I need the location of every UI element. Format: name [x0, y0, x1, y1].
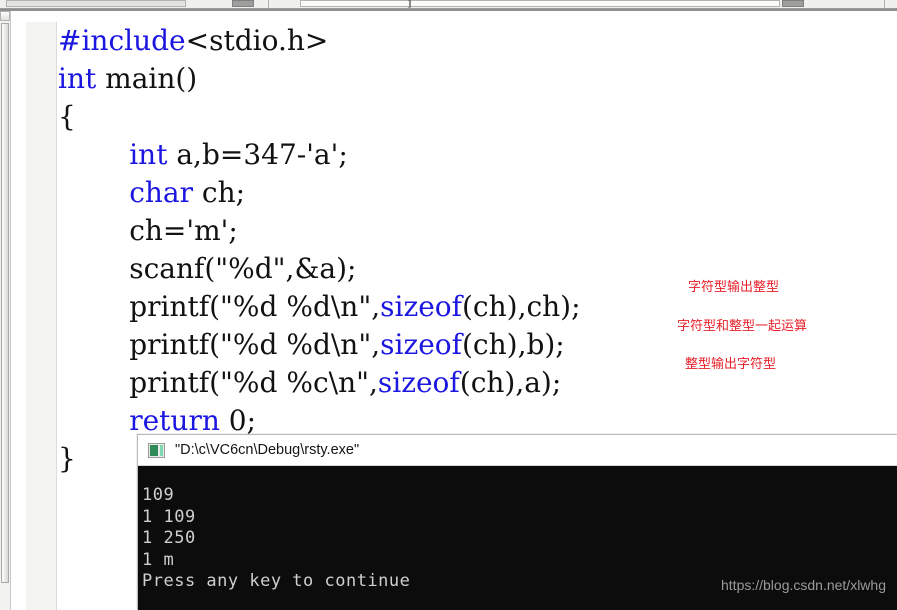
console-output-text: 109 1 109 1 250 1 m Press any key to con…	[142, 485, 411, 591]
code-token: (ch),ch);	[462, 290, 581, 323]
code-text[interactable]: #include<stdio.h> int main(){ int a,b=347…	[58, 22, 897, 478]
scroll-up-button[interactable]	[0, 11, 10, 21]
code-token: main()	[96, 62, 198, 95]
code-keyword: int	[58, 62, 97, 95]
toolbar-separator-2	[884, 0, 885, 8]
code-token: ch='m';	[129, 214, 238, 247]
code-keyword: int	[129, 138, 168, 171]
toolbar-group-2[interactable]	[300, 0, 780, 7]
code-token: 0;	[219, 404, 257, 437]
toolbar-glyph-icon: ]]	[408, 0, 412, 8]
code-token: (ch),a);	[459, 366, 562, 399]
toolbar-button-dark-2[interactable]	[782, 0, 804, 7]
code-token: <stdio.h>	[185, 24, 329, 57]
editor-vertical-scrollbar[interactable]	[0, 11, 11, 610]
code-token: }	[58, 442, 76, 475]
code-annotation: 字符型输出整型	[688, 280, 780, 295]
code-keyword: sizeof	[380, 328, 462, 361]
code-token: ch;	[193, 176, 246, 209]
code-line[interactable]: int a,b=347-'a';	[58, 136, 897, 174]
code-line[interactable]: {	[58, 98, 897, 136]
code-keyword: #include	[58, 24, 186, 57]
code-token: printf("%d %d\n",	[129, 328, 381, 361]
scrollbar-thumb[interactable]	[1, 23, 9, 583]
screenshot-root: ]] #include<stdio.h> int main(){ int a,b=…	[0, 0, 897, 610]
code-token: scanf("%d",&a);	[129, 252, 357, 285]
console-title-text: "D:\c\VC6cn\Debug\rsty.exe"	[175, 442, 360, 458]
code-keyword: return	[129, 404, 220, 437]
toolbar-separator-1	[268, 0, 269, 8]
code-token: a,b=347-'a';	[167, 138, 348, 171]
code-line[interactable]: ch='m';	[58, 212, 897, 250]
code-token: printf("%d %c\n",	[129, 366, 378, 399]
code-token: (ch),b);	[462, 328, 565, 361]
code-keyword: char	[129, 176, 193, 209]
code-keyword: sizeof	[377, 366, 460, 399]
toolbar-button-dark-1[interactable]	[232, 0, 254, 7]
code-keyword: sizeof	[380, 290, 462, 323]
toolbar-strip: ]]	[0, 0, 897, 9]
watermark-text: https://blog.csdn.net/xlwhg	[721, 577, 886, 593]
code-token: printf("%d %d\n",	[129, 290, 381, 323]
code-annotation: 整型输出字符型	[685, 357, 777, 372]
code-annotation: 字符型和整型一起运算	[677, 319, 808, 334]
code-line[interactable]: #include<stdio.h>	[58, 22, 897, 60]
code-line[interactable]: int main()	[58, 60, 897, 98]
toolbar-group-1[interactable]	[6, 0, 186, 7]
console-app-icon	[148, 442, 165, 458]
console-output-area[interactable]: 109 1 109 1 250 1 m Press any key to con…	[138, 466, 897, 610]
code-token: {	[58, 100, 76, 133]
console-title-bar[interactable]: "D:\c\VC6cn\Debug\rsty.exe"	[138, 435, 897, 466]
code-line[interactable]: char ch;	[58, 174, 897, 212]
console-window[interactable]: "D:\c\VC6cn\Debug\rsty.exe" 109 1 109 1 …	[137, 434, 897, 610]
editor-gutter[interactable]	[26, 22, 57, 610]
